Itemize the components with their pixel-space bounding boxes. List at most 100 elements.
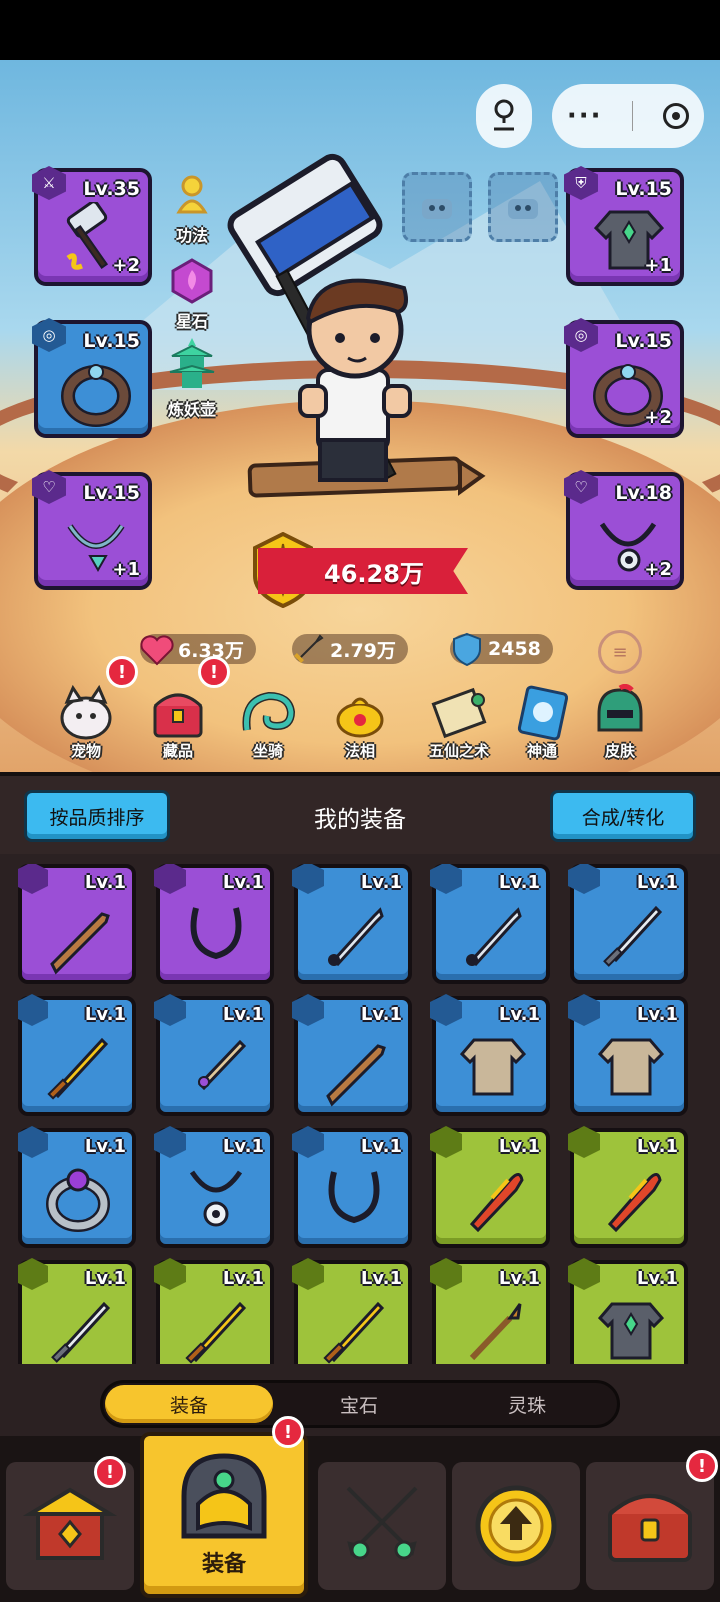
capsule-menu: ··· (552, 84, 704, 148)
wooden-sword-icon (50, 912, 110, 975)
sword-type-icon: ⚔ (32, 166, 66, 200)
notification-badge: ! (686, 1450, 718, 1482)
inventory-item[interactable]: Lv.1 (568, 1126, 688, 1248)
level-label: Lv.1 (636, 1136, 678, 1157)
inventory-item[interactable]: Lv.1 (154, 864, 274, 984)
item-type-badge (292, 994, 324, 1026)
level-label: Lv.1 (84, 1136, 126, 1157)
level-label: Lv.1 (498, 1136, 540, 1157)
tab-spirit-orbs[interactable]: 灵珠 (443, 1385, 611, 1423)
equip-slot-armor[interactable]: ⛨ Lv.15 +1 (564, 166, 684, 286)
list-menu-icon[interactable]: ≡ (598, 630, 642, 674)
item-type-badge (568, 864, 600, 894)
tab-gems[interactable]: 宝石 (275, 1385, 443, 1423)
equip-slot-necklace[interactable]: ♡ Lv.15 +1 (32, 470, 152, 590)
treasure-chest-icon (608, 1494, 692, 1562)
inventory-item[interactable]: Lv.1 (292, 1126, 412, 1248)
short-sword-icon (603, 905, 663, 967)
inventory-grid: Lv.1 Lv.1 Lv.1 Lv.1 Lv.1 Lv.1 Lv.1 Lv.1 Lv.1 Lv.1… (18, 864, 702, 1364)
golden-shrine-icon (22, 1487, 118, 1560)
notification-badge: ! (94, 1456, 126, 1488)
user-profile-button[interactable] (476, 84, 532, 148)
inventory-item[interactable]: Lv.1 (430, 1258, 550, 1364)
inventory-item[interactable]: Lv.1 (430, 994, 550, 1116)
inventory-item[interactable]: Lv.1 (154, 1126, 274, 1248)
golden-sword-icon (323, 1301, 385, 1364)
ring-type-icon: ◎ (564, 318, 598, 352)
item-type-badge (18, 1126, 48, 1158)
notification-badge: ! (272, 1416, 304, 1448)
item-type-badge (18, 864, 48, 894)
feature-five-immortals[interactable]: 五仙之术 (414, 684, 504, 761)
spell-book-icon (517, 685, 569, 741)
inventory-item[interactable]: Lv.1 (430, 864, 550, 984)
inventory-tabs: 装备 宝石 灵珠 (100, 1380, 620, 1428)
hero-character[interactable] (210, 150, 510, 530)
necklace-type-icon: ♡ (564, 470, 598, 504)
tab-equipment[interactable]: 装备 (105, 1385, 273, 1423)
feature-label: 宠物 (70, 742, 101, 760)
compose-convert-button[interactable]: 合成/转化 (550, 790, 696, 842)
bottom-nav: ! 装备 ! ! (0, 1416, 720, 1602)
feature-collection[interactable]: 藏品 (138, 684, 218, 761)
feature-mount[interactable]: 坐骑 (228, 684, 308, 761)
item-type-badge (154, 994, 186, 1026)
nav-upgrade[interactable] (452, 1462, 580, 1590)
feature-skin[interactable]: 皮肤 (580, 683, 660, 761)
nav-battle[interactable] (318, 1462, 446, 1590)
stat-attack: 2.79万 (292, 634, 408, 664)
level-label: Lv.1 (498, 1004, 540, 1025)
equip-slot-necklace-2[interactable]: ♡ Lv.18 +2 (564, 470, 684, 590)
flame-sword-icon (469, 1173, 524, 1233)
feature-label: 神通 (526, 742, 557, 760)
treasure-chest-icon (153, 693, 203, 738)
inventory-item[interactable]: Lv.1 (292, 994, 412, 1116)
tunic-icon (459, 1038, 527, 1096)
more-dots-icon[interactable]: ··· (567, 101, 603, 131)
feature-dharma[interactable]: 法相 (320, 684, 400, 761)
equip-slot-ring[interactable]: ◎ Lv.15 (32, 318, 152, 438)
inventory-item[interactable]: Lv.1 (568, 994, 688, 1116)
inventory-item[interactable]: Lv.1 (568, 1258, 688, 1364)
nav-treasure[interactable] (586, 1462, 714, 1590)
sword-icon (294, 634, 324, 663)
cord-necklace-icon (190, 907, 242, 960)
equip-slot-ring-2[interactable]: ◎ Lv.15 +2 (564, 318, 684, 438)
inventory-item[interactable]: Lv.1 (154, 1258, 274, 1364)
item-type-badge (292, 1126, 324, 1158)
nav-label: 装备 (201, 1552, 246, 1577)
helmet-icon (597, 683, 643, 732)
golden-sword-icon (185, 1301, 247, 1364)
inventory-item[interactable]: Lv.1 (154, 994, 274, 1116)
enhance-label: +1 (112, 559, 140, 580)
item-type-badge (292, 864, 324, 894)
upgrade-arrow-icon (475, 1485, 557, 1567)
inventory-item[interactable]: Lv.1 (18, 864, 136, 984)
feature-divine-power[interactable]: 神通 (502, 684, 582, 761)
inventory-item[interactable]: Lv.1 (568, 864, 688, 984)
inventory-item[interactable]: Lv.1 (430, 1126, 550, 1248)
item-type-badge (568, 1258, 600, 1290)
level-label: Lv.1 (498, 1268, 540, 1289)
inventory-item[interactable]: Lv.1 (18, 994, 136, 1116)
enhance-label: +2 (112, 255, 140, 276)
spear-icon (469, 1303, 522, 1361)
feature-pet[interactable]: 宠物 (46, 684, 126, 761)
nav-equipment[interactable]: 装备 (140, 1432, 308, 1598)
level-label: Lv.1 (636, 1268, 678, 1289)
inventory-item[interactable]: Lv.1 (292, 864, 412, 984)
stat-defense: 2458 (450, 632, 553, 667)
inventory-item[interactable]: Lv.1 (18, 1258, 136, 1364)
level-label: Lv.15 (615, 330, 672, 352)
inventory-item[interactable]: Lv.1 (18, 1126, 136, 1248)
feature-label: 五仙之术 (428, 742, 489, 760)
level-label: Lv.1 (360, 872, 402, 893)
panel-title: 我的装备 (314, 807, 406, 833)
inventory-item[interactable]: Lv.1 (292, 1258, 412, 1364)
item-type-badge (430, 994, 462, 1026)
enhance-label: +2 (644, 407, 672, 428)
sort-by-quality-button[interactable]: 按品质排序 (24, 790, 170, 842)
equip-slot-weapon[interactable]: ⚔ Lv.35 +2 (32, 166, 152, 286)
close-circle-icon[interactable] (663, 103, 690, 129)
item-type-badge (154, 1126, 186, 1158)
